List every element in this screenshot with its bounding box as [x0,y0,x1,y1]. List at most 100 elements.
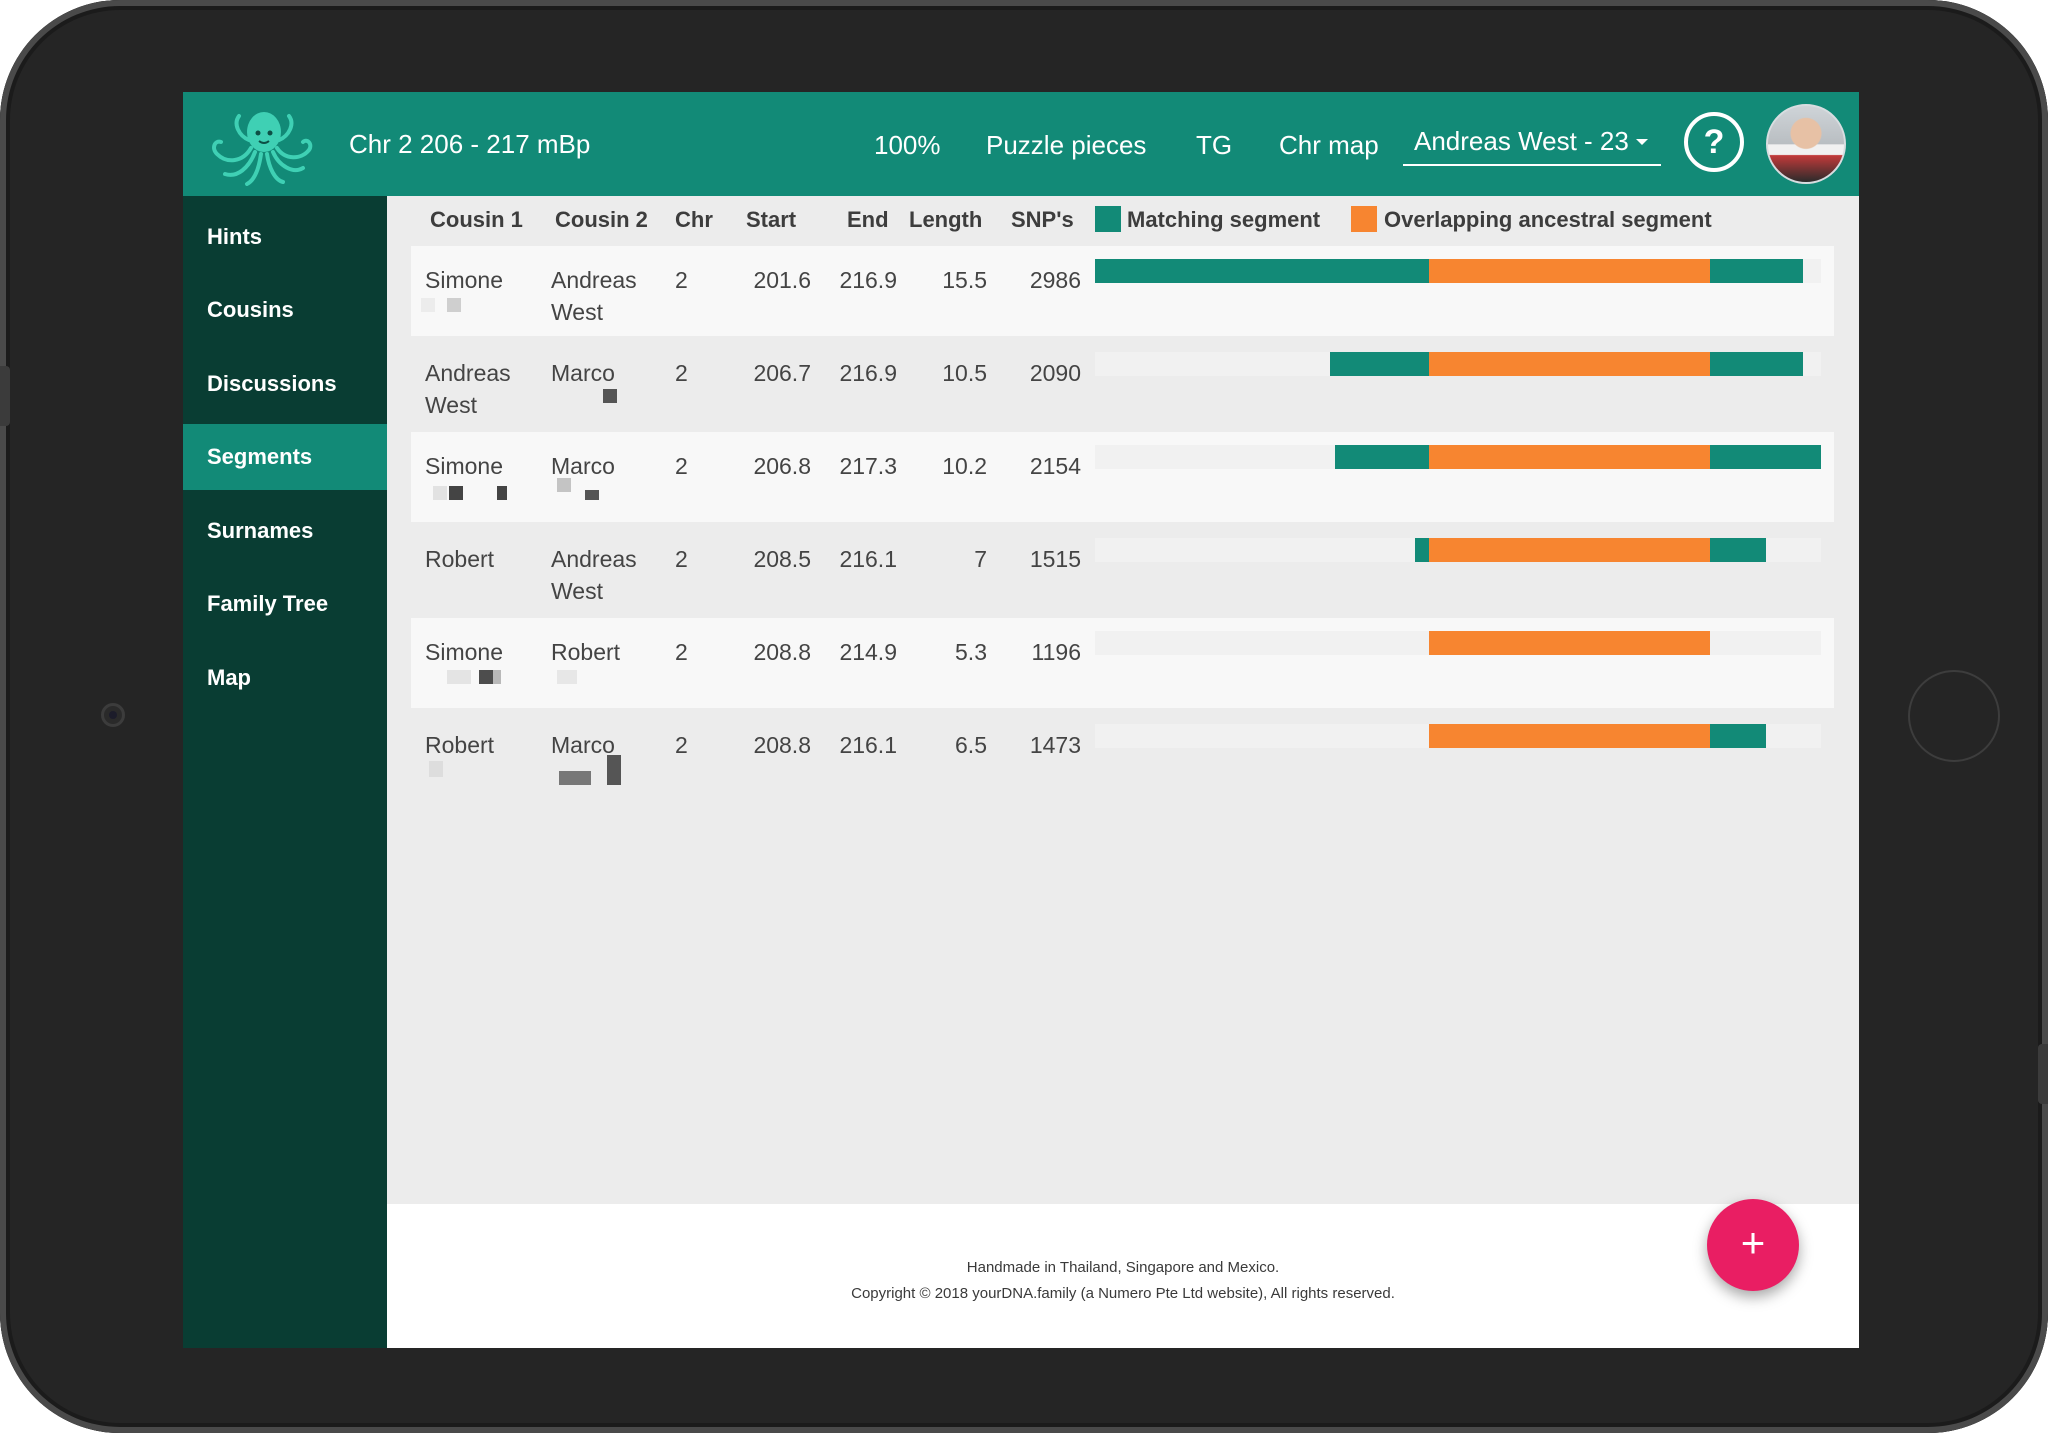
cousin1-name[interactable]: Andreas West [425,357,535,421]
chr-value: 2 [675,267,688,293]
redacted-surname [497,486,507,500]
snps-value: 1515 [1029,546,1081,572]
legend-matching-swatch [1095,206,1121,232]
overlap-segment-bar [1429,352,1710,376]
end-value: 216.9 [839,267,897,293]
segments-panel: Cousin 1 Cousin 2 Chr Start End Length S… [387,196,1859,1348]
chevron-down-icon [1636,139,1648,145]
redacted-surname [493,670,501,684]
cousin2-name[interactable]: Marco [551,729,651,761]
overlap-segment-bar [1429,631,1710,655]
cousin1-name[interactable]: Simone [425,636,535,668]
chr-value: 2 [675,546,688,572]
cousin2-name[interactable]: Andreas West [551,264,651,328]
power-button [2038,1044,2048,1104]
header-cousin1[interactable]: Cousin 1 [430,196,523,244]
header-cousin2[interactable]: Cousin 2 [555,196,648,244]
legend-matching-label: Matching segment [1127,207,1321,232]
cousin2-name[interactable]: Robert [551,636,651,668]
matching-segment-bar [1710,724,1766,748]
footer: Handmade in Thailand, Singapore and Mexi… [387,1204,1859,1348]
cousin1-name[interactable]: Simone [425,264,535,296]
matching-segment-bar [1095,259,1429,283]
user-select-dropdown[interactable]: Andreas West - 23 [1403,114,1661,166]
sidebar-item-surnames[interactable]: Surnames [183,498,387,564]
sidebar-item-cousins[interactable]: Cousins [183,277,387,343]
header-length[interactable]: Length [909,196,982,244]
chr-value: 2 [675,639,688,665]
redacted-surname [449,486,463,500]
footer-copyright: Copyright © 2018 yourDNA.family (a Numer… [851,1285,1395,1302]
start-value: 201.6 [753,267,811,293]
matching-segment-bar [1710,352,1803,376]
zoom-level-button[interactable]: 100% [874,92,941,196]
cousin2-name[interactable]: Andreas West [551,543,651,607]
avatar[interactable] [1766,104,1846,184]
cousin1-name[interactable]: Robert [425,543,535,575]
redacted-surname [479,670,493,684]
header-end[interactable]: End [847,196,889,244]
app-screen: Chr 2 206 - 217 mBp 100% Puzzle pieces T… [183,92,1859,1348]
redacted-surname [433,486,447,500]
matching-segment-bar [1710,445,1821,469]
table-row[interactable]: Robert Marco 2 208.8 216.1 6.5 1473 [411,711,1834,801]
sidebar-item-family-tree[interactable]: Family Tree [183,571,387,637]
end-value: 216.1 [839,732,897,758]
overlap-segment-bar [1429,538,1710,562]
puzzle-pieces-link[interactable]: Puzzle pieces [986,92,1146,196]
sidebar-item-discussions[interactable]: Discussions [183,351,387,417]
sidebar: Hints Cousins Discussions Segments Surna… [183,196,387,1348]
start-value: 206.7 [753,360,811,386]
sidebar-item-hints[interactable]: Hints [183,204,387,270]
top-app-bar: Chr 2 206 - 217 mBp 100% Puzzle pieces T… [183,92,1859,196]
user-select-value: Andreas West - 23 [1414,126,1629,156]
header-snps[interactable]: SNP's [1011,196,1074,244]
chr-value: 2 [675,732,688,758]
snps-value: 2986 [1029,267,1081,293]
redacted-surname [603,389,617,403]
snps-value: 2154 [1029,453,1081,479]
cousin1-name[interactable]: Robert [425,729,535,761]
redacted-surname [607,755,621,785]
matching-segment-bar [1330,352,1429,376]
chr-map-link[interactable]: Chr map [1279,92,1379,196]
end-value: 214.9 [839,639,897,665]
table-row[interactable]: Simone Marco 2 206.8 217.3 10.2 2154 [411,432,1834,522]
help-icon[interactable]: ? [1684,112,1744,172]
footer-tagline: Handmade in Thailand, Singapore and Mexi… [966,1259,1280,1276]
octopus-logo-icon[interactable] [203,102,323,186]
start-value: 208.8 [753,639,811,665]
snps-value: 2090 [1029,360,1081,386]
cousin1-name[interactable]: Simone [425,450,535,482]
header-start[interactable]: Start [746,196,796,244]
end-value: 216.1 [839,546,897,572]
snps-value: 1196 [1031,639,1081,665]
add-segment-button[interactable]: + [1707,1199,1799,1291]
header-chr[interactable]: Chr [675,196,713,244]
start-value: 208.8 [753,732,811,758]
end-value: 217.3 [839,453,897,479]
redacted-surname [557,478,571,492]
tg-link[interactable]: TG [1196,92,1232,196]
length-value: 5.3 [955,639,987,665]
sidebar-item-map[interactable]: Map [183,645,387,711]
tablet-frame: Chr 2 206 - 217 mBp 100% Puzzle pieces T… [0,0,2048,1433]
page-title: Chr 2 206 - 217 mBp [349,129,591,159]
home-button[interactable] [1908,670,2000,762]
table-row[interactable]: Simone Robert 2 208.8 214.9 5.3 1196 [411,618,1834,708]
redacted-surname [559,771,591,785]
snps-value: 1473 [1029,732,1081,758]
table-row[interactable]: Andreas West Marco 2 206.7 216.9 10.5 20… [411,339,1834,429]
legend-overlap-swatch [1351,206,1377,232]
table-row[interactable]: Robert Andreas West 2 208.5 216.1 7 1515 [411,525,1834,615]
sidebar-item-segments[interactable]: Segments [183,424,387,490]
table-row[interactable]: Simone Andreas West 2 201.6 216.9 15.5 2… [411,246,1834,336]
matching-segment-bar [1335,445,1429,469]
length-value: 15.5 [942,267,987,293]
overlap-segment-bar [1429,445,1710,469]
redacted-surname [429,761,443,777]
matching-segment-bar [1710,538,1766,562]
table-header: Cousin 1 Cousin 2 Chr Start End Length S… [387,196,1859,244]
cousin2-name[interactable]: Marco [551,357,651,389]
camera-icon [101,703,125,727]
